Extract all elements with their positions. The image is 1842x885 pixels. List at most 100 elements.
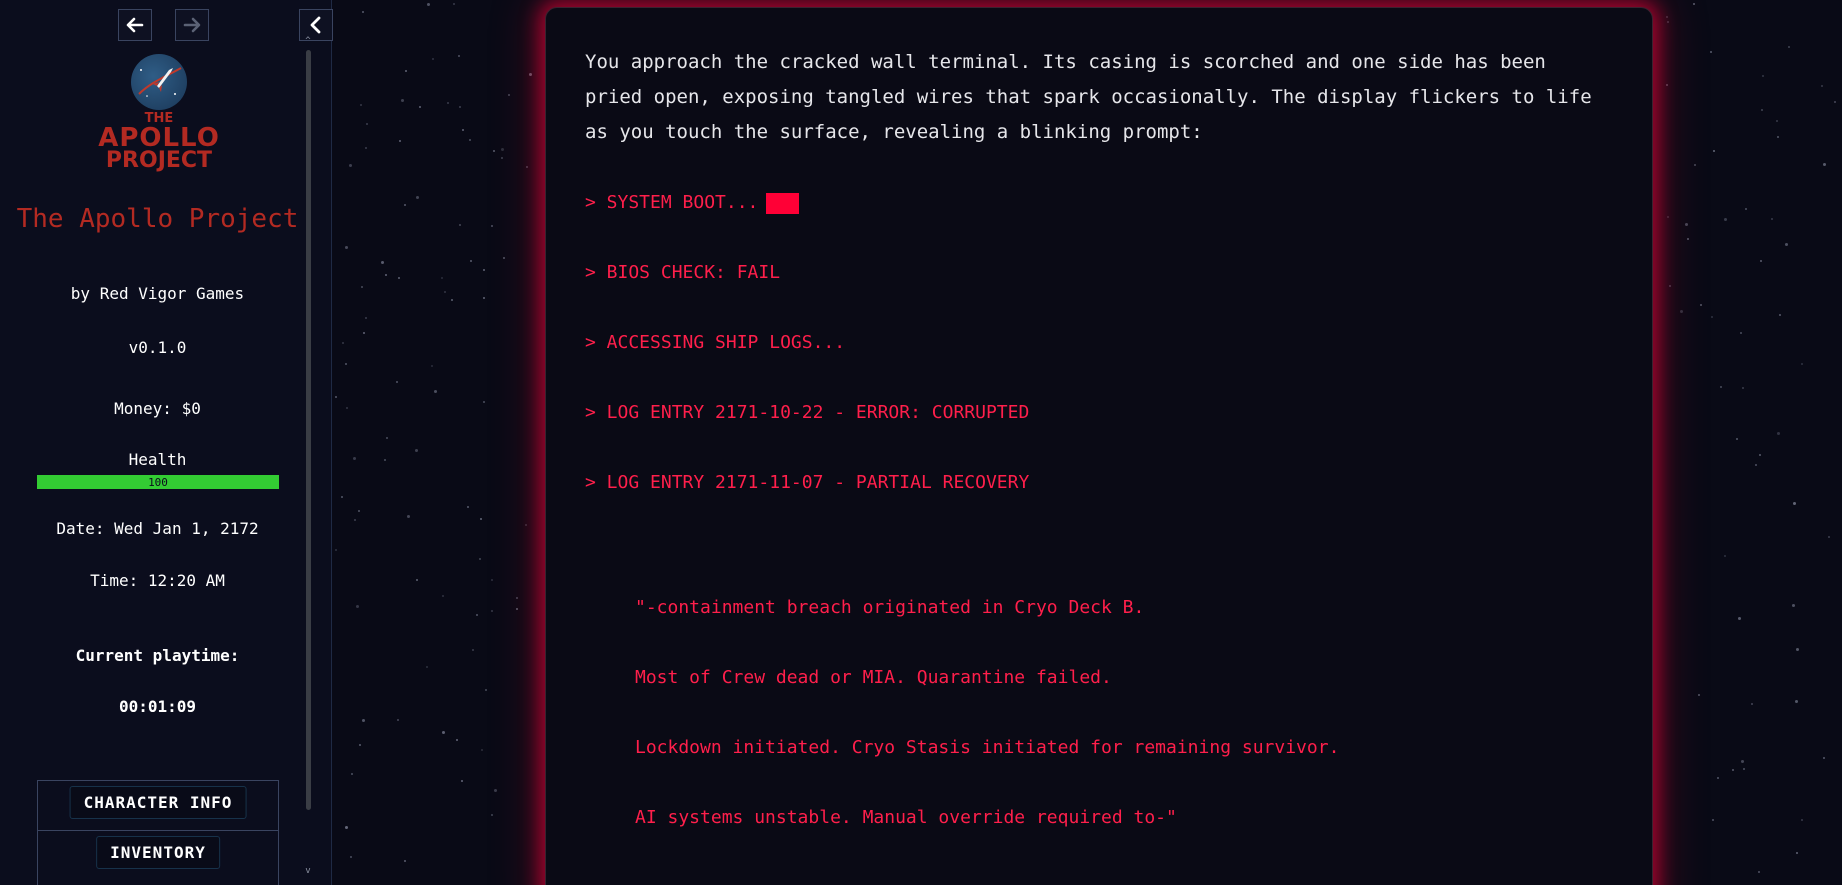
terminal-line: > SYSTEM BOOT... xyxy=(585,192,800,214)
star xyxy=(431,365,433,367)
star xyxy=(1751,703,1753,705)
star xyxy=(483,297,485,299)
star xyxy=(479,558,481,560)
star xyxy=(366,123,368,125)
star xyxy=(345,246,348,249)
star xyxy=(461,780,463,782)
star xyxy=(353,457,356,460)
star xyxy=(1698,694,1700,696)
star xyxy=(480,518,482,520)
star xyxy=(1685,223,1688,226)
star xyxy=(1738,617,1741,620)
star xyxy=(407,515,410,518)
star xyxy=(1760,260,1762,262)
star xyxy=(345,826,348,829)
star xyxy=(458,55,460,57)
star xyxy=(1777,432,1780,435)
log-line: AI systems unstable. Manual override req… xyxy=(635,807,1177,828)
star xyxy=(529,73,532,76)
star xyxy=(462,129,464,131)
star xyxy=(1742,387,1744,389)
star xyxy=(1792,604,1795,607)
star xyxy=(516,608,518,610)
story-intro-text: You approach the cracked wall terminal. … xyxy=(585,51,1592,143)
star xyxy=(1796,852,1798,854)
star xyxy=(491,225,493,227)
scrollbar-thumb[interactable] xyxy=(306,50,311,810)
star xyxy=(432,58,434,60)
game-logo: THE APOLLO PROJECT xyxy=(95,52,223,176)
star xyxy=(501,148,504,151)
rocket-icon xyxy=(138,67,182,97)
star xyxy=(361,286,363,288)
character-info-button[interactable]: CHARACTER INFO xyxy=(69,786,247,819)
star xyxy=(1823,757,1825,759)
arrow-right-icon xyxy=(183,17,201,33)
star xyxy=(459,224,461,226)
star xyxy=(365,147,367,149)
star xyxy=(1793,502,1796,505)
date-stat: Date: Wed Jan 1, 2172 xyxy=(56,519,259,538)
author-line: by Red Vigor Games xyxy=(70,284,245,303)
star xyxy=(447,102,449,104)
star xyxy=(1795,700,1798,703)
time-stat: Time: 12:20 AM xyxy=(90,571,225,590)
scroll-up-icon[interactable]: ^ xyxy=(303,36,313,46)
star xyxy=(358,510,360,512)
star xyxy=(1785,243,1788,246)
version-label: v0.1.0 xyxy=(128,338,187,357)
star xyxy=(399,140,401,142)
arrow-left-icon xyxy=(126,17,144,33)
star xyxy=(1821,85,1823,87)
star xyxy=(1776,120,1778,122)
star xyxy=(401,99,404,102)
health-bar-fill: 100 xyxy=(37,475,279,489)
star xyxy=(491,814,493,816)
star xyxy=(427,3,430,6)
star xyxy=(472,649,474,651)
star xyxy=(365,317,367,319)
star xyxy=(503,257,505,259)
inventory-button[interactable]: INVENTORY xyxy=(96,836,220,869)
terminal-line: > LOG ENTRY 2171-10-22 - ERROR: CORRUPTE… xyxy=(585,402,1030,423)
star xyxy=(467,506,469,508)
star xyxy=(1700,304,1702,306)
star xyxy=(1796,648,1799,651)
star xyxy=(363,332,365,334)
star xyxy=(1758,871,1760,873)
star xyxy=(501,157,503,159)
star xyxy=(516,597,518,599)
star xyxy=(1755,464,1757,466)
star xyxy=(386,437,388,439)
sidebar: ^ v THE APOLLO PROJECT The Apollo Projec… xyxy=(0,0,333,885)
star xyxy=(1666,84,1668,86)
planet-icon xyxy=(131,54,187,110)
logo-text-project: PROJECT xyxy=(105,148,213,173)
terminal-line: > ACCESSING SHIP LOGS... xyxy=(585,332,846,353)
terminal-line: > LOG ENTRY 2171-11-07 - PARTIAL RECOVER… xyxy=(585,472,1030,493)
forward-button[interactable] xyxy=(175,9,209,41)
star xyxy=(525,524,527,526)
scroll-down-icon[interactable]: v xyxy=(303,866,313,876)
health-label: Health xyxy=(128,450,187,469)
star xyxy=(481,749,483,751)
star xyxy=(491,579,493,581)
star xyxy=(1687,238,1689,240)
star xyxy=(360,104,362,106)
star xyxy=(359,744,361,746)
star xyxy=(1740,332,1742,334)
star xyxy=(456,739,458,741)
back-button[interactable] xyxy=(118,9,152,41)
star xyxy=(1745,208,1747,210)
star xyxy=(1680,310,1683,313)
star xyxy=(469,139,471,141)
star xyxy=(483,269,485,271)
star xyxy=(335,549,337,551)
star xyxy=(442,595,444,597)
menu-divider xyxy=(38,830,278,831)
star xyxy=(1777,136,1779,138)
star xyxy=(1713,150,1715,152)
star xyxy=(335,396,337,398)
money-stat: Money: $0 xyxy=(114,399,201,418)
star xyxy=(1736,438,1738,440)
